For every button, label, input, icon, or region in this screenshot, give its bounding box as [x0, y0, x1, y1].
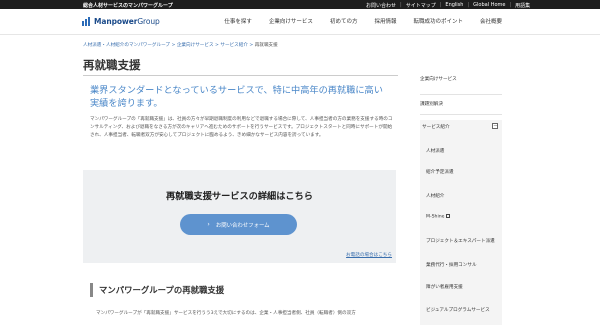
utility-separator: |	[400, 1, 402, 8]
phone-contact-link[interactable]: お電話の場合はこちら	[346, 252, 392, 258]
lead-text: 業界スタンダードとなっているサービスで、特に中高年の再就職に高い実績を誇ります。	[90, 85, 383, 109]
chevron-right-icon: ›	[207, 221, 210, 228]
utility-separator: |	[439, 1, 442, 8]
breadcrumb-current: 再就職支援	[254, 43, 278, 48]
breadcrumb-business[interactable]: 企業向けサービス	[177, 43, 214, 48]
breadcrumb: 人材派遣・人材紹介のマンパワーグループ > 企業向けサービス > サービス紹介 …	[83, 42, 278, 48]
intro-paragraph: マンパワーグループの「再就職支援」は、社員の方々が早期退職制度の利用などで退職す…	[90, 117, 393, 138]
tagline: 総合人材サービスのマンパワーグループ	[83, 2, 173, 9]
side-subitem-outsourcing[interactable]: 業務代行・採用コンサル	[426, 262, 502, 268]
breadcrumb-home[interactable]: 人材派遣・人材紹介のマンパワーグループ	[83, 43, 170, 48]
section-paragraph: マンパワーグループが「再就職支援」サービスを行うう3えで大切にするのは、企業・人…	[96, 311, 356, 316]
breadcrumb-services[interactable]: サービス紹介	[220, 43, 248, 48]
external-link-icon	[446, 214, 451, 218]
breadcrumb-separator: >	[215, 43, 219, 48]
nav-find-job[interactable]: 仕事を探す	[224, 17, 252, 25]
side-item-solutions[interactable]: 課題別解決	[420, 101, 502, 107]
side-subitem-project-expert[interactable]: プロジェクト＆エキスパート派遣	[426, 238, 502, 244]
contact-form-button[interactable]: › お問い合わせフォーム	[180, 214, 297, 235]
cta-heading: 再就職支援サービスの詳細はこちら	[166, 191, 313, 202]
page-title: 再就職支援	[83, 58, 141, 72]
utility-links: お問い合わせ | サイトマップ | English | Global Home | 用語…	[366, 2, 530, 9]
side-divider	[420, 114, 502, 115]
global-nav: 仕事を探す 企業向けサービス 初めての方 採用情報 転職成功のポイント 会社概要	[207, 17, 502, 25]
utility-separator: |	[467, 1, 470, 8]
contact-cta-box: 再就職支援サービスの詳細はこちら › お問い合わせフォーム お電話の場合はこちら	[83, 170, 396, 263]
side-item-service-intro[interactable]: サービス紹介 －	[420, 120, 502, 133]
breadcrumb-separator: >	[171, 43, 176, 48]
site-logo[interactable]: ManpowerGroup	[82, 17, 160, 26]
utility-link-contact[interactable]: お問い合わせ	[366, 2, 396, 9]
side-subitem-mshine[interactable]: M-Shine	[426, 214, 502, 220]
nav-company[interactable]: 会社概要	[480, 17, 502, 25]
side-subnav-panel	[420, 133, 502, 325]
utility-link-glossary[interactable]: 用語集	[515, 2, 530, 9]
logo-text: ManpowerGroup	[94, 17, 160, 26]
side-divider	[420, 94, 502, 95]
title-divider	[83, 75, 398, 76]
nav-career-tips[interactable]: 転職成功のポイント	[413, 17, 463, 25]
site-header: ManpowerGroup 仕事を探す 企業向けサービス 初めての方 採用情報 …	[0, 9, 600, 35]
side-subitem-visual-program[interactable]: ビジュアルプログラムサービス	[426, 307, 502, 313]
utility-separator: |	[509, 1, 512, 8]
utility-link-english[interactable]: English	[445, 2, 463, 9]
nav-first-time[interactable]: 初めての方	[330, 17, 358, 25]
nav-business-services[interactable]: 企業向けサービス	[269, 17, 313, 25]
breadcrumb-separator: >	[249, 43, 254, 48]
side-subitem-placement[interactable]: 人材紹介	[426, 193, 502, 199]
logo-mark-icon	[82, 17, 91, 26]
side-item-service-intro-label: サービス紹介	[422, 125, 450, 130]
collapse-toggle-icon[interactable]: －	[492, 123, 498, 129]
side-subitem-disability-support[interactable]: 障がい者雇用支援	[426, 284, 502, 290]
logo-suffix: Group	[137, 17, 160, 26]
utility-link-global[interactable]: Global Home	[473, 2, 505, 9]
side-item-business-services[interactable]: 企業向けサービス	[420, 76, 502, 82]
nav-recruit[interactable]: 採用情報	[374, 17, 396, 25]
logo-brand: Manpower	[94, 17, 138, 26]
top-strip: 総合人材サービスのマンパワーグループ お問い合わせ | サイトマップ | Engli…	[0, 0, 600, 9]
side-subitem-mshine-label: M-Shine	[426, 214, 445, 220]
side-subitem-temp-to-perm[interactable]: 紹介予定派遣	[426, 169, 502, 175]
utility-link-sitemap[interactable]: サイトマップ	[406, 2, 436, 9]
contact-form-button-label: お問い合わせフォーム	[215, 222, 270, 229]
section-heading: マンパワーグループの再就職支援	[90, 283, 224, 297]
side-subitem-staffing[interactable]: 人材派遣	[426, 148, 502, 154]
